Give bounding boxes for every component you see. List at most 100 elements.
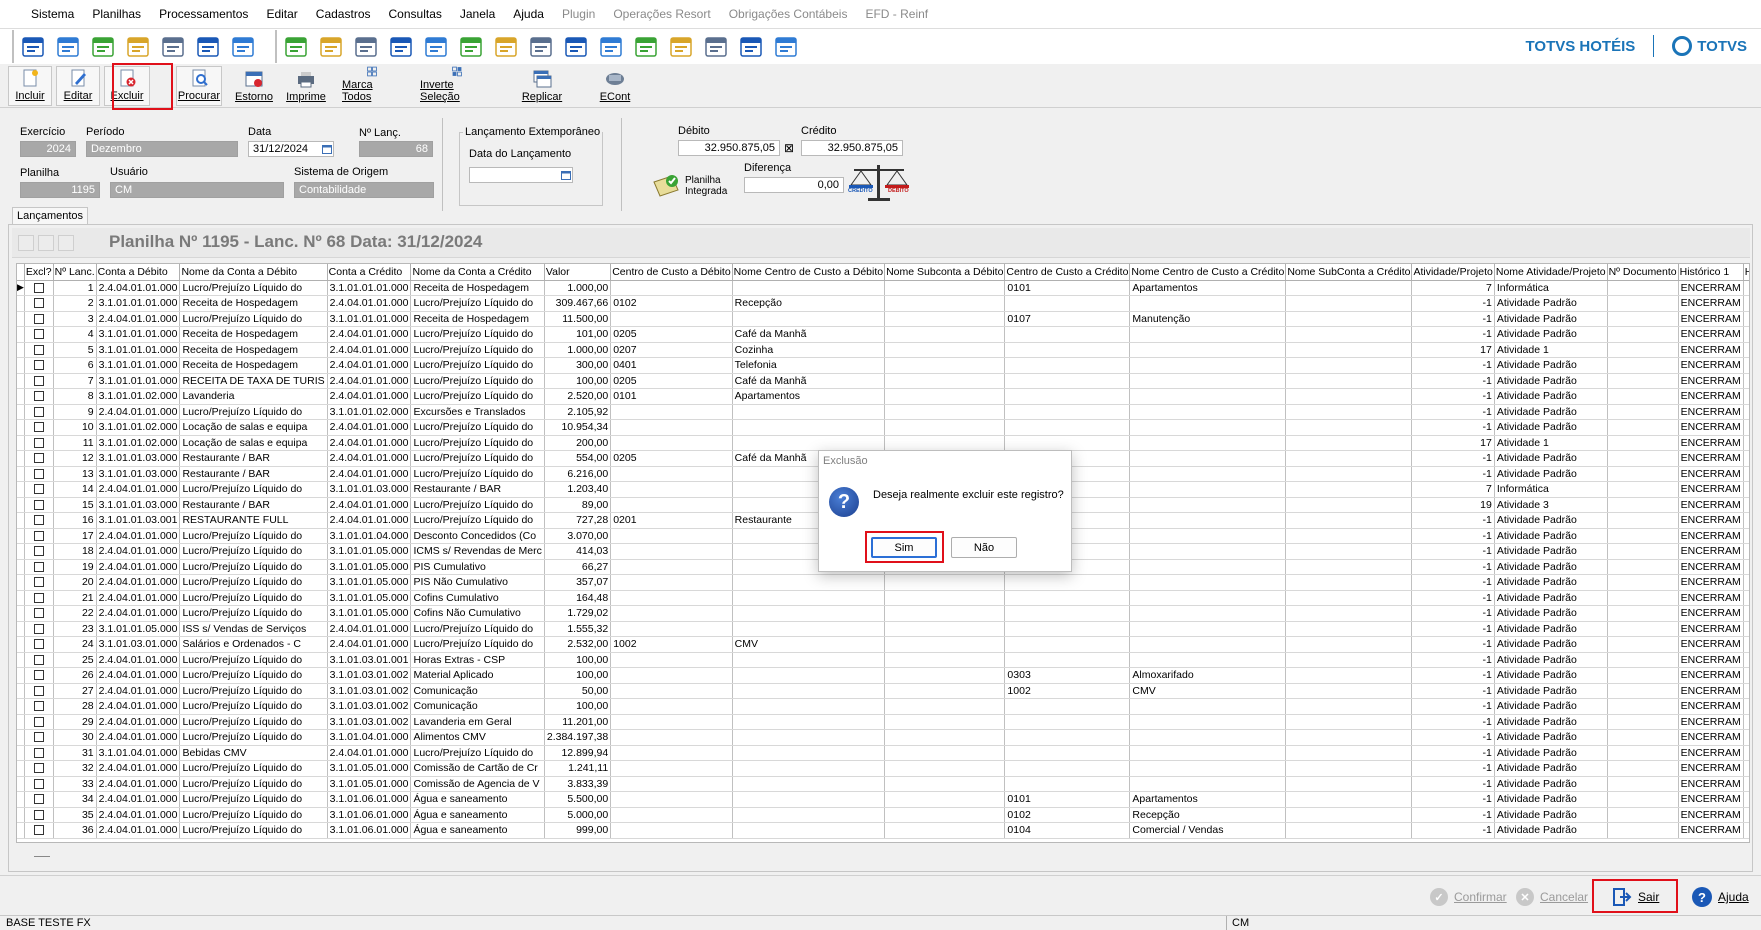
table-row[interactable]: 26 2.4.04.01.01.000 Lucro/Prejuízo Líquido…: [17, 667, 1749, 684]
table-row[interactable]: 30 2.4.04.01.01.000 Lucro/Prejuízo Líquido…: [17, 729, 1749, 746]
excl-checkbox[interactable]: [33, 654, 44, 665]
table-row[interactable]: 35 2.4.04.01.01.000 Lucro/Prejuízo Líquido…: [17, 807, 1749, 823]
column-header[interactable]: Nome da Conta a Débito: [179, 264, 328, 281]
window-add-icon[interactable]: [665, 31, 697, 62]
editar-button[interactable]: Editar: [56, 66, 100, 106]
table-row[interactable]: 29 2.4.04.01.01.000 Lucro/Prejuízo Líquido…: [17, 714, 1749, 730]
no-button[interactable]: Não: [951, 537, 1017, 558]
menu-item[interactable]: Editar: [257, 7, 306, 21]
excl-checkbox[interactable]: [33, 406, 44, 417]
window-layout-icon[interactable]: [525, 31, 557, 62]
table-row[interactable]: 8 3.1.01.01.02.000 Lavanderia 2.4.04.01.01.…: [17, 388, 1749, 405]
table-row[interactable]: 5 3.1.01.01.01.000 Receita de Hospedagem 2.…: [17, 342, 1749, 358]
table-row[interactable]: 21 2.4.04.01.01.000 Lucro/Prejuízo Líquido…: [17, 590, 1749, 606]
help-icon[interactable]: [87, 31, 119, 62]
table-row[interactable]: 2 3.1.01.01.01.000 Receita de Hospedagem 2.…: [17, 295, 1749, 312]
grid-table-icon[interactable]: [490, 31, 522, 62]
users-icon[interactable]: [52, 31, 84, 62]
excl-checkbox[interactable]: [33, 298, 44, 309]
table-row[interactable]: 28 2.4.04.01.01.000 Lucro/Prejuízo Líquido…: [17, 698, 1749, 715]
data-lancamento-calendar-icon[interactable]: [559, 167, 573, 183]
table-row[interactable]: ▶ 1 2.4.04.01.01.000 Lucro/Prejuízo Líquido…: [17, 280, 1749, 296]
imprime-button[interactable]: Imprime: [286, 66, 326, 106]
data-lancamento-field[interactable]: [469, 167, 559, 183]
window-layout-3-icon[interactable]: [595, 31, 627, 62]
window-layout-2-icon[interactable]: [560, 31, 592, 62]
excl-checkbox[interactable]: [33, 639, 44, 650]
scroll-thumb[interactable]: [34, 856, 50, 857]
report-icon[interactable]: [192, 31, 224, 62]
column-header[interactable]: His: [1743, 264, 1749, 281]
excl-checkbox[interactable]: [33, 375, 44, 386]
exit-door-icon[interactable]: [17, 31, 49, 62]
excl-checkbox[interactable]: [33, 546, 44, 557]
table-row[interactable]: 27 2.4.04.01.01.000 Lucro/Prejuízo Líquido…: [17, 683, 1749, 699]
excl-checkbox[interactable]: [33, 747, 44, 758]
excl-checkbox[interactable]: [33, 344, 44, 355]
coins-search-icon[interactable]: [770, 31, 802, 62]
table-search-icon[interactable]: [735, 31, 767, 62]
excl-checkbox[interactable]: [33, 360, 44, 371]
table-row[interactable]: 7 3.1.01.01.01.000 RECEITA DE TAXA DE TURI…: [17, 373, 1749, 389]
excl-checkbox[interactable]: [33, 825, 44, 836]
table-row[interactable]: 10 3.1.01.01.02.000 Locação de salas e equ…: [17, 419, 1749, 436]
table-row[interactable]: 34 2.4.04.01.01.000 Lucro/Prejuízo Líquido…: [17, 791, 1749, 808]
grid-tool-1-icon[interactable]: [18, 235, 34, 251]
horizontal-scrollbar[interactable]: [16, 846, 1750, 868]
table-row[interactable]: 36 2.4.04.01.01.000 Lucro/Prejuízo Líquido…: [17, 822, 1749, 839]
column-header[interactable]: Centro de Custo a Débito: [610, 264, 733, 281]
tab-lancamentos[interactable]: Lançamentos: [12, 207, 89, 225]
copy-docs-icon[interactable]: [315, 31, 347, 62]
table-row[interactable]: 25 2.4.04.01.01.000 Lucro/Prejuízo Líquido…: [17, 652, 1749, 668]
sun-table-icon[interactable]: [700, 31, 732, 62]
table-row[interactable]: 24 3.1.01.03.01.000 Salários e Ordenados -…: [17, 636, 1749, 653]
table-row[interactable]: 3 2.4.04.01.01.000 Lucro/Prejuízo Líquido …: [17, 311, 1749, 327]
menu-item[interactable]: Sistema: [22, 7, 83, 21]
calendar-check-2-icon[interactable]: [420, 31, 452, 62]
excl-checkbox[interactable]: [33, 685, 44, 696]
excl-checkbox[interactable]: [33, 437, 44, 448]
edit-form-icon[interactable]: [630, 31, 662, 62]
column-header[interactable]: Nome da Conta a Crédito: [410, 264, 545, 281]
column-header[interactable]: Nº Lanc.: [53, 264, 97, 281]
excl-checkbox[interactable]: [33, 794, 44, 805]
table-row[interactable]: 11 3.1.01.01.02.000 Locação de salas e equ…: [17, 435, 1749, 451]
column-header[interactable]: Conta a Crédito: [327, 264, 412, 281]
calendar-check-icon[interactable]: [385, 31, 417, 62]
excl-checkbox[interactable]: [33, 468, 44, 479]
table-row[interactable]: 6 3.1.01.01.01.000 Receita de Hospedagem 2.…: [17, 357, 1749, 374]
calendar-search-icon[interactable]: [455, 31, 487, 62]
column-header[interactable]: Atividade/Projeto: [1411, 264, 1495, 281]
menu-item[interactable]: Consultas: [380, 7, 451, 21]
table-row[interactable]: 33 2.4.04.01.01.000 Lucro/Prejuízo Líquido…: [17, 776, 1749, 792]
excl-checkbox[interactable]: [33, 608, 44, 619]
excl-checkbox[interactable]: [33, 763, 44, 774]
incluir-button[interactable]: Incluir: [8, 66, 52, 106]
excl-checkbox[interactable]: [33, 484, 44, 495]
excl-checkbox[interactable]: [33, 670, 44, 681]
menu-item[interactable]: Cadastros: [307, 7, 380, 21]
table-row[interactable]: 20 2.4.04.01.01.000 Lucro/Prejuízo Líquido…: [17, 574, 1749, 591]
column-header[interactable]: Excl?: [24, 264, 54, 281]
excl-checkbox[interactable]: [33, 561, 44, 572]
table-row[interactable]: 23 3.1.01.01.05.000 ISS s/ Vendas de Servi…: [17, 621, 1749, 637]
column-header[interactable]: Histórico 1: [1678, 264, 1744, 281]
marca-todos-button[interactable]: Marca Todos: [342, 66, 402, 106]
excl-checkbox[interactable]: [33, 716, 44, 727]
table-row[interactable]: 32 2.4.04.01.01.000 Lucro/Prejuízo Líquido…: [17, 760, 1749, 777]
excl-checkbox[interactable]: [33, 577, 44, 588]
column-header[interactable]: Valor: [544, 264, 612, 281]
excl-checkbox[interactable]: [33, 592, 44, 603]
procurar-button[interactable]: Procurar: [176, 66, 222, 106]
excl-checkbox[interactable]: [33, 453, 44, 464]
excl-checkbox[interactable]: [33, 732, 44, 743]
coins-refresh-icon[interactable]: [280, 31, 312, 62]
data-calendar-icon[interactable]: [320, 141, 334, 157]
excl-checkbox[interactable]: [33, 329, 44, 340]
column-header[interactable]: Conta a Débito: [96, 264, 181, 281]
grid-tool-3-icon[interactable]: [58, 235, 74, 251]
excl-checkbox[interactable]: [33, 623, 44, 634]
column-header[interactable]: Nº Documento: [1607, 264, 1679, 281]
excl-checkbox[interactable]: [33, 809, 44, 820]
excl-checkbox[interactable]: [33, 391, 44, 402]
